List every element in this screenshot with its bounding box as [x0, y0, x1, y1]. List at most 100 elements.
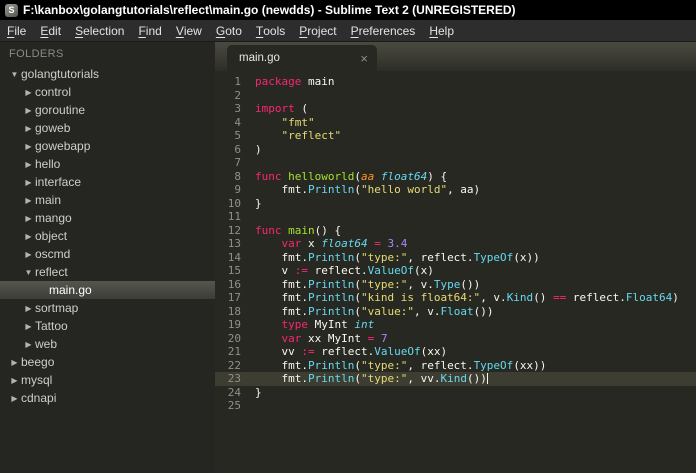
expand-arrow-icon[interactable]: ▶	[22, 178, 35, 187]
code-line-9[interactable]: 9 fmt.Println("hello world", aa)	[215, 183, 696, 197]
menu-selection[interactable]: Selection	[68, 20, 131, 41]
code-line-1[interactable]: 1 package main	[215, 75, 696, 89]
menu-goto[interactable]: Goto	[209, 20, 249, 41]
code-line-11[interactable]: 11	[215, 210, 696, 224]
menu-file[interactable]: File	[0, 20, 33, 41]
tree-folder-main[interactable]: ▶ main	[0, 191, 215, 209]
code-line-3[interactable]: 3 import (	[215, 102, 696, 116]
code-area[interactable]: 1 package main 2 3 import (4 "fmt" 5 "reflect…	[215, 71, 696, 473]
tree-folder-gowebapp[interactable]: ▶ gowebapp	[0, 137, 215, 155]
code-line-5[interactable]: 5 "reflect"	[215, 129, 696, 143]
code-line-4[interactable]: 4 "fmt"	[215, 116, 696, 130]
code-line-25[interactable]: 25	[215, 399, 696, 413]
code-line-21[interactable]: 21 vv := reflect.ValueOf(xx)	[215, 345, 696, 359]
tree-file-main.go[interactable]: main.go	[0, 281, 215, 299]
tree-folder-object[interactable]: ▶ object	[0, 227, 215, 245]
expand-arrow-icon[interactable]: ▶	[22, 106, 35, 115]
code-text: "reflect"	[255, 129, 342, 143]
expand-arrow-icon[interactable]: ▶	[22, 250, 35, 259]
code-line-14[interactable]: 14 fmt.Println("type:", reflect.TypeOf(x…	[215, 251, 696, 265]
code-line-16[interactable]: 16 fmt.Println("type:", v.Type())	[215, 278, 696, 292]
tree-folder-goroutine[interactable]: ▶ goroutine	[0, 101, 215, 119]
collapse-arrow-icon[interactable]: ▼	[8, 70, 21, 79]
tree-folder-interface[interactable]: ▶ interface	[0, 173, 215, 191]
code-line-7[interactable]: 7	[215, 156, 696, 170]
code-line-13[interactable]: 13 var x float64 = 3.4	[215, 237, 696, 251]
line-number: 14	[227, 250, 241, 264]
expand-arrow-icon[interactable]: ▶	[22, 340, 35, 349]
tab-close-icon[interactable]: ×	[360, 52, 368, 65]
code-token: Println	[307, 277, 355, 291]
sublime-window: S F:\kanbox\golangtutorials\reflect\main…	[0, 0, 696, 473]
code-line-17[interactable]: 17 fmt.Println("kind is float64:", v.Kin…	[215, 291, 696, 305]
tree-folder-tattoo[interactable]: ▶ Tattoo	[0, 317, 215, 335]
tab-main-go[interactable]: main.go ×	[227, 45, 377, 71]
expand-arrow-icon[interactable]: ▶	[22, 160, 35, 169]
tree-item-label: gowebapp	[35, 139, 91, 153]
code-line-8[interactable]: 8 func helloworld(aa float64) {	[215, 170, 696, 184]
code-text: v := reflect.ValueOf(x)	[255, 264, 433, 278]
expand-arrow-icon[interactable]: ▶	[22, 88, 35, 97]
code-line-20[interactable]: 20 var xx MyInt = 7	[215, 332, 696, 346]
code-line-22[interactable]: 22 fmt.Println("type:", reflect.TypeOf(x…	[215, 359, 696, 373]
code-line-2[interactable]: 2	[215, 89, 696, 103]
expand-arrow-icon[interactable]: ▶	[22, 214, 35, 223]
code-token: "type:"	[360, 277, 408, 291]
code-line-6[interactable]: 6)	[215, 143, 696, 157]
tree-folder-web[interactable]: ▶ web	[0, 335, 215, 353]
expand-arrow-icon[interactable]: ▶	[22, 142, 35, 151]
code-line-19[interactable]: 19 type MyInt int	[215, 318, 696, 332]
menu-help[interactable]: Help	[422, 20, 461, 41]
folder-tree: ▼ golangtutorials ▶ control ▶ goroutine ▶ goweb…	[0, 65, 215, 407]
tree-folder-control[interactable]: ▶ control	[0, 83, 215, 101]
app-icon: S	[5, 3, 18, 17]
menu-view[interactable]: View	[169, 20, 209, 41]
tree-folder-sortmap[interactable]: ▶ sortmap	[0, 299, 215, 317]
tree-folder-mysql[interactable]: ▶ mysql	[0, 371, 215, 389]
expand-arrow-icon[interactable]: ▶	[8, 376, 21, 385]
expand-arrow-icon[interactable]: ▶	[22, 124, 35, 133]
expand-arrow-icon[interactable]: ▶	[8, 394, 21, 403]
menu-tools[interactable]: Tools	[249, 20, 292, 41]
code-line-24[interactable]: 24}	[215, 386, 696, 400]
menu-project[interactable]: Project	[292, 20, 343, 41]
code-token: (	[354, 372, 361, 385]
code-token: fmt.	[255, 372, 308, 385]
tree-folder-hello[interactable]: ▶ hello	[0, 155, 215, 173]
collapse-arrow-icon[interactable]: ▼	[22, 268, 35, 277]
code-line-15[interactable]: 15 v := reflect.ValueOf(x)	[215, 264, 696, 278]
tree-item-label: web	[35, 337, 58, 351]
line-number: 4	[234, 115, 241, 129]
expand-arrow-icon[interactable]: ▶	[8, 358, 21, 367]
tree-folder-golangtutorials[interactable]: ▼ golangtutorials	[0, 65, 215, 83]
menu-edit[interactable]: Edit	[33, 20, 68, 41]
code-line-23[interactable]: 23 fmt.Println("type:", vv.Kind())	[215, 372, 696, 386]
expand-arrow-icon[interactable]: ▶	[22, 196, 35, 205]
tree-folder-cdnapi[interactable]: ▶ cdnapi	[0, 389, 215, 407]
tree-folder-reflect[interactable]: ▼ reflect	[0, 263, 215, 281]
code-token: xx MyInt	[301, 331, 368, 345]
menu-find[interactable]: Find	[131, 20, 168, 41]
tree-item-label: sortmap	[35, 301, 79, 315]
tree-folder-beego[interactable]: ▶ beego	[0, 353, 215, 371]
code-token: Println	[307, 372, 355, 385]
tree-item-label: cdnapi	[21, 391, 57, 405]
code-line-18[interactable]: 18 fmt.Println("value:", v.Float())	[215, 305, 696, 319]
code-token: (	[354, 277, 361, 291]
menu-preferences[interactable]: Preferences	[344, 20, 423, 41]
code-line-12[interactable]: 12 func main() {	[215, 224, 696, 238]
code-token: 7	[380, 331, 388, 345]
tree-folder-mango[interactable]: ▶ mango	[0, 209, 215, 227]
code-token: Println	[307, 304, 355, 318]
title-bar[interactable]: S F:\kanbox\golangtutorials\reflect\main…	[0, 0, 696, 20]
tree-folder-goweb[interactable]: ▶ goweb	[0, 119, 215, 137]
code-line-10[interactable]: 10}	[215, 197, 696, 211]
code-token: int	[354, 318, 375, 331]
expand-arrow-icon[interactable]: ▶	[22, 304, 35, 313]
tree-folder-oscmd[interactable]: ▶ oscmd	[0, 245, 215, 263]
expand-arrow-icon[interactable]: ▶	[22, 322, 35, 331]
expand-arrow-icon[interactable]: ▶	[22, 232, 35, 241]
code-lines: 1 package main 2 3 import (4 "fmt" 5 "reflect…	[215, 75, 696, 413]
code-token: aa	[360, 169, 375, 183]
